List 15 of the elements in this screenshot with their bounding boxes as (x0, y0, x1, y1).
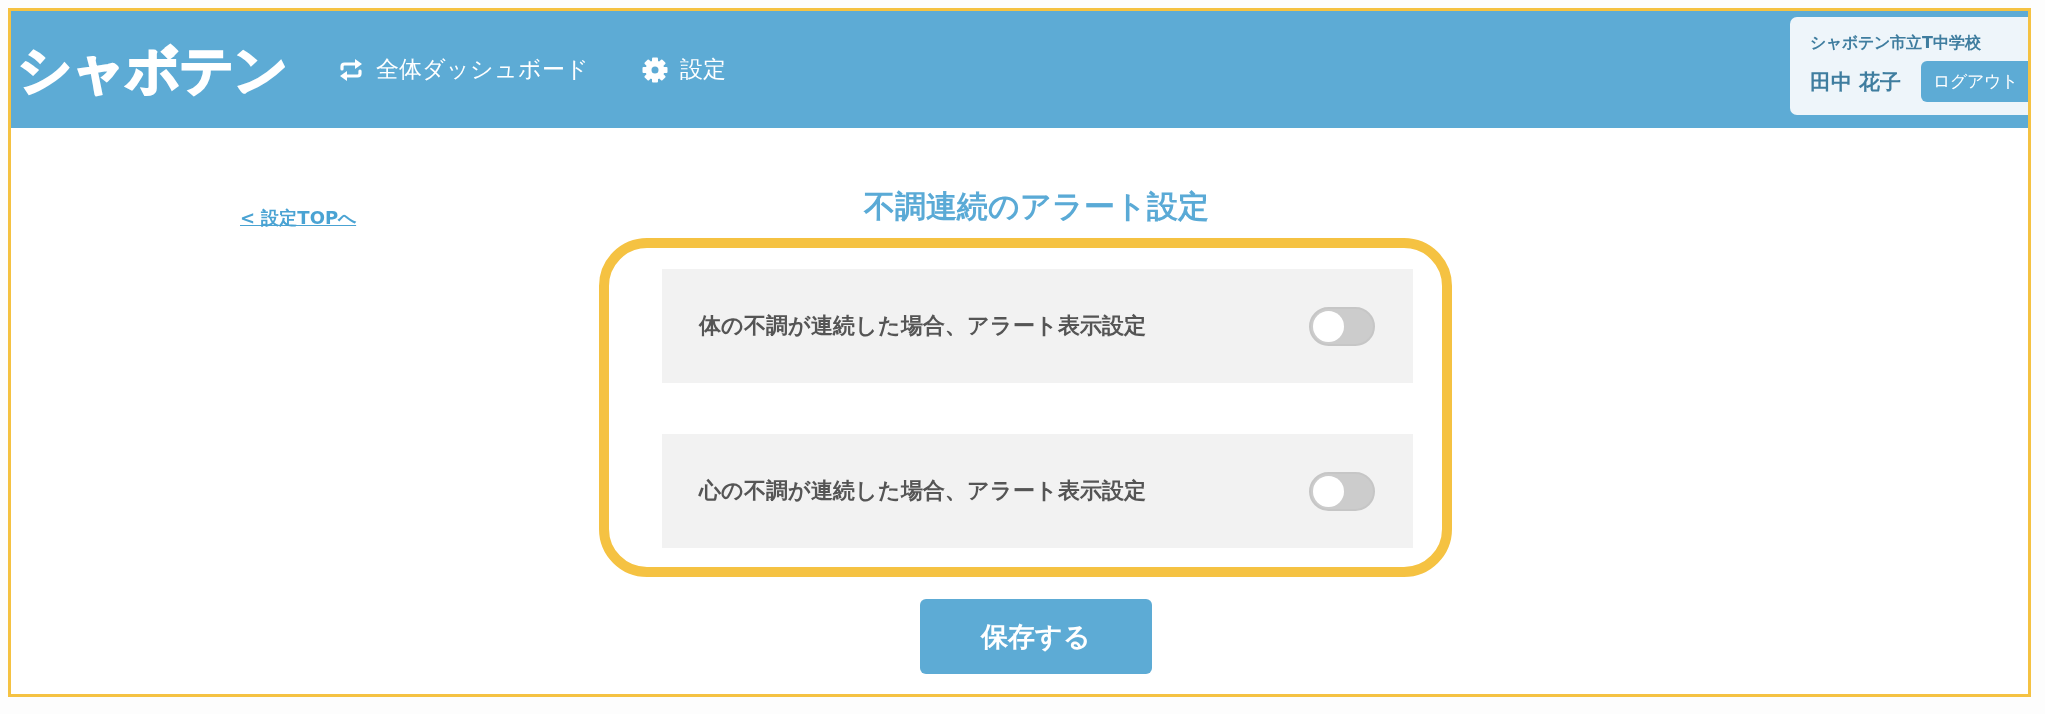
save-button[interactable]: 保存する (920, 599, 1152, 674)
nav-link[interactable]: 設定 (642, 54, 726, 85)
setting-label: 体の不調が連続した場合、アラート表示設定 (698, 312, 1146, 340)
user-name: 田中 花子 (1810, 68, 1902, 96)
logo: シャボテン (18, 43, 288, 96)
nav-link[interactable]: 全体ダッシュボード (338, 54, 589, 85)
page-title: 不調連続のアラート設定 (863, 187, 1209, 226)
logout-button[interactable]: ログアウト (1921, 61, 2028, 102)
setting-label: 心の不調が連続した場合、アラート表示設定 (698, 477, 1146, 505)
back-link[interactable]: < 設定TOPへ (240, 207, 357, 228)
toggle-switch[interactable] (1308, 306, 1375, 346)
school-name: シャボテン市立T中学校 (1810, 32, 1982, 54)
gear-icon (642, 56, 668, 83)
refresh-icon (338, 57, 364, 82)
toggle-switch[interactable] (1308, 471, 1375, 511)
